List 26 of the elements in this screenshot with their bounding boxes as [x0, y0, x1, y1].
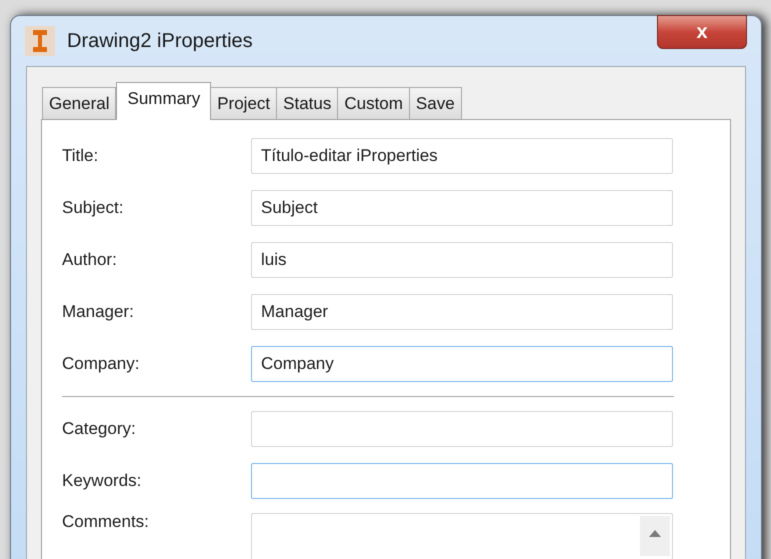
tab[interactable]: Save: [408, 87, 462, 119]
field-label: Manager:: [62, 301, 135, 324]
text-field[interactable]: Subject: [251, 190, 673, 226]
field-label: Author:: [62, 249, 118, 272]
field-label: Subject:: [62, 197, 124, 220]
scrollbar-up-button[interactable]: [640, 516, 670, 556]
field-label: Keywords:: [62, 470, 142, 492]
text-field[interactable]: Título-editar iProperties: [251, 138, 673, 174]
field-label: Comments:: [62, 511, 150, 533]
tab[interactable]: General: [42, 87, 116, 119]
up-arrow-icon: [649, 530, 661, 537]
text-field[interactable]: [251, 463, 673, 499]
field-label: Company:: [62, 353, 140, 376]
text-field[interactable]: luis: [251, 242, 673, 278]
close-button[interactable]: x: [657, 15, 747, 49]
tab[interactable]: Status: [276, 87, 338, 119]
window-title: Drawing2 iProperties: [67, 29, 253, 54]
text-field[interactable]: Company: [251, 346, 673, 382]
field-label: Category:: [62, 418, 137, 440]
text-field[interactable]: [251, 411, 673, 447]
text-field[interactable]: Manager: [251, 294, 673, 330]
field-label: Title:: [62, 145, 100, 168]
tab[interactable]: Custom: [337, 87, 410, 119]
tab[interactable]: Project: [210, 87, 278, 119]
app-logo-icon: [25, 26, 55, 56]
tab[interactable]: Summary: [116, 82, 212, 120]
